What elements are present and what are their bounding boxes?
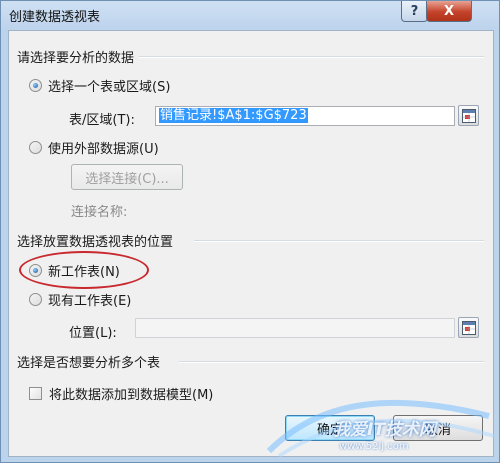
source-section-heading: 请选择要分析的数据 xyxy=(17,51,135,66)
radio-button-icon[interactable] xyxy=(29,79,42,92)
choose-connection-button[interactable]: 选择连接(C)... xyxy=(71,164,183,190)
radio-external-source-label: 使用外部数据源(U) xyxy=(48,142,159,157)
radio-button-icon[interactable] xyxy=(29,141,42,154)
multi-section-heading: 选择是否想要分析多个表 xyxy=(17,356,161,371)
connection-name-label: 连接名称: xyxy=(71,205,128,220)
title-bar[interactable]: 创建数据透视表 ? X xyxy=(1,1,499,29)
radio-select-table[interactable]: 选择一个表或区域(S) xyxy=(29,76,170,95)
section-divider xyxy=(194,240,484,242)
radio-existing-worksheet[interactable]: 现有工作表(E) xyxy=(29,290,131,309)
dialog-body: 请选择要分析的数据 选择一个表或区域(S) 表/区域(T): 销售记录!$A$1… xyxy=(8,30,494,457)
location-input[interactable] xyxy=(135,318,455,338)
collapse-dialog-button[interactable] xyxy=(458,105,479,126)
range-select-icon xyxy=(462,321,476,335)
table-range-label: 表/区域(T): xyxy=(69,113,135,128)
radio-select-table-label: 选择一个表或区域(S) xyxy=(48,80,171,95)
watermark-url: www.52ij.com xyxy=(339,441,409,452)
help-button[interactable]: ? xyxy=(401,1,428,22)
radio-external-source[interactable]: 使用外部数据源(U) xyxy=(29,138,159,157)
add-to-data-model-checkbox[interactable]: 将此数据添加到数据模型(M) xyxy=(29,384,213,403)
create-pivottable-dialog: 创建数据透视表 ? X 请选择要分析的数据 选择一个表或区域(S) 表/区域(T… xyxy=(0,0,500,463)
checkbox-icon[interactable] xyxy=(29,387,42,400)
table-range-input[interactable]: 销售记录!$A$1:$G$723 xyxy=(155,106,455,126)
placement-section-heading: 选择放置数据透视表的位置 xyxy=(17,235,174,250)
close-button[interactable]: X xyxy=(426,1,472,22)
range-select-icon xyxy=(462,109,476,123)
location-label: 位置(L): xyxy=(69,326,117,341)
collapse-dialog-button-location[interactable] xyxy=(458,317,479,338)
add-to-data-model-label: 将此数据添加到数据模型(M) xyxy=(49,388,214,403)
table-range-value: 销售记录!$A$1:$G$723 xyxy=(159,108,308,123)
section-divider xyxy=(179,361,484,363)
dialog-title: 创建数据透视表 xyxy=(9,10,101,25)
watermark-text: 我爱IT技术网 xyxy=(333,420,436,440)
radio-existing-worksheet-label: 现有工作表(E) xyxy=(48,294,132,309)
section-divider xyxy=(139,56,484,58)
highlight-ring-annotation xyxy=(19,251,149,289)
radio-button-icon[interactable] xyxy=(29,293,42,306)
